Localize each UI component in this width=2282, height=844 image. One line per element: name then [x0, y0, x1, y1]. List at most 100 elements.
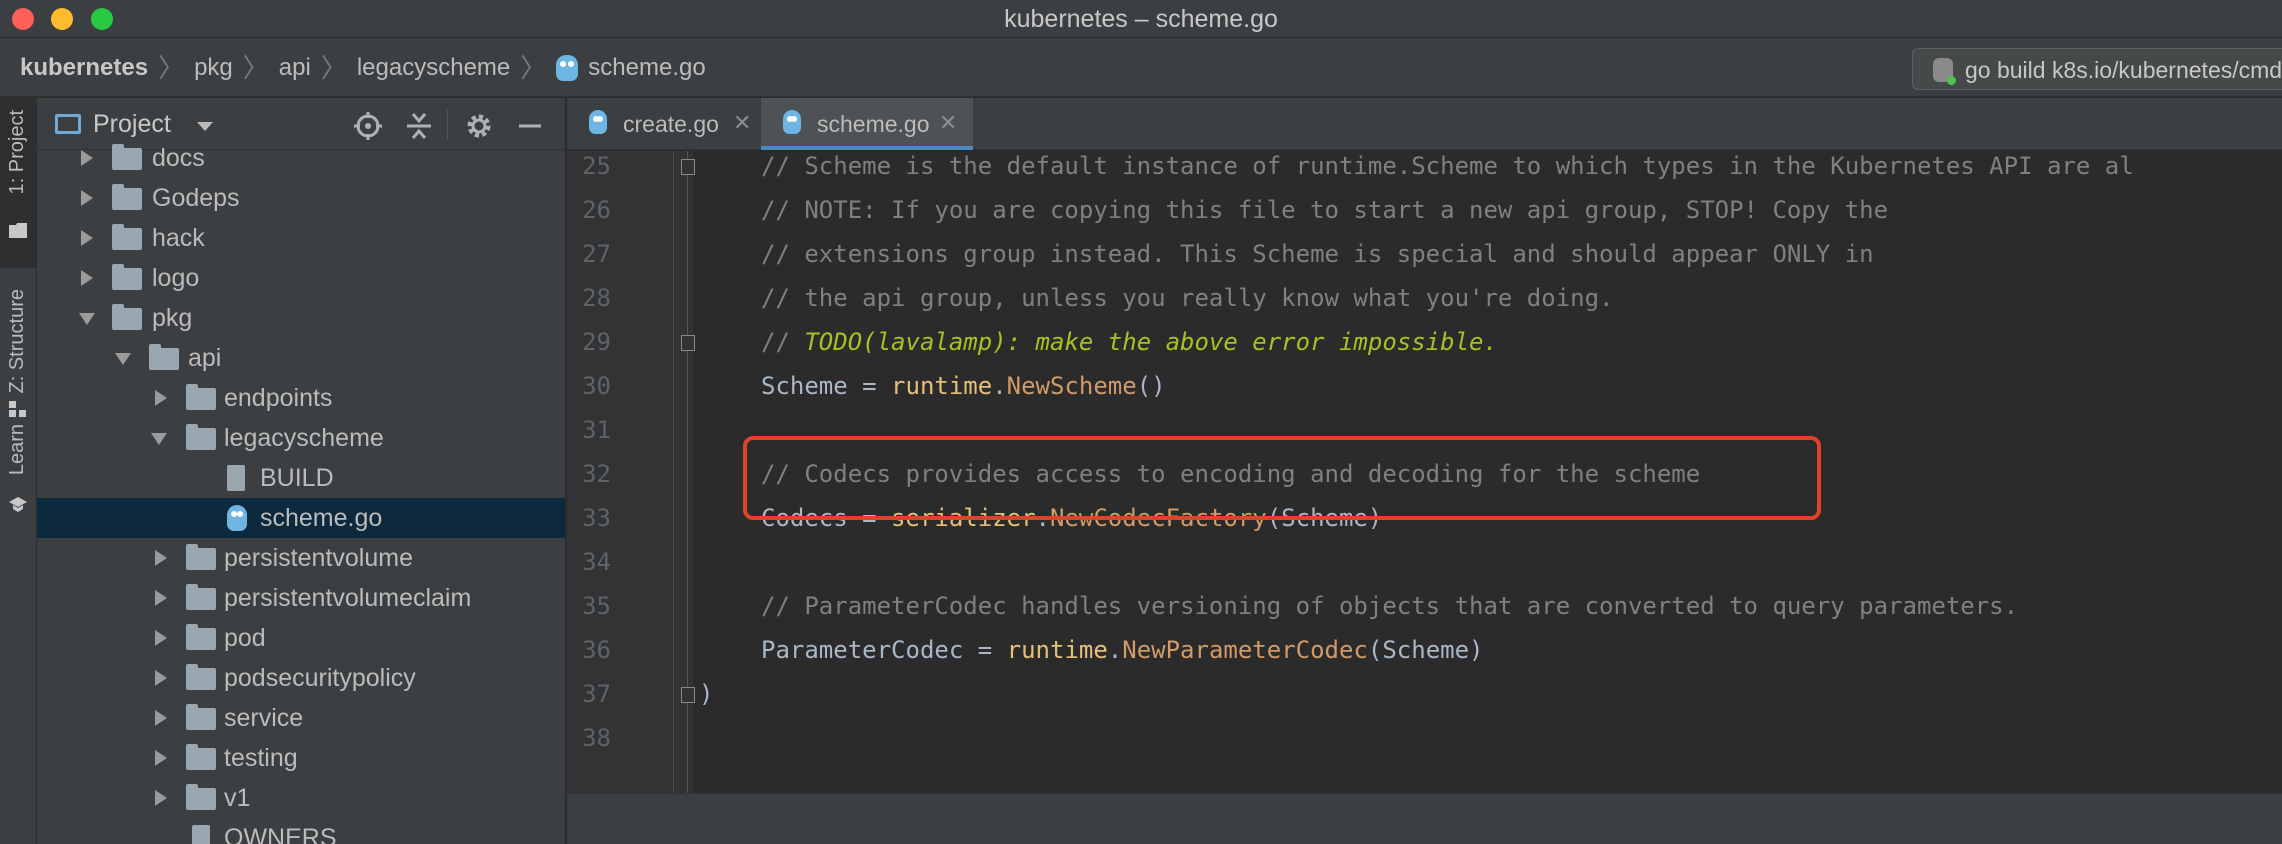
- tree-item-label: BUILD: [260, 464, 334, 492]
- folder-icon: [112, 184, 142, 210]
- fold-marker-icon[interactable]: [681, 687, 695, 703]
- package-name: runtime: [891, 372, 993, 400]
- collapse-arrow-icon[interactable]: [79, 313, 95, 325]
- tree-item-persistentvolumeclaim[interactable]: persistentvolumeclaim: [37, 578, 565, 618]
- todo-comment: TODO(lavalamp): make the above error imp…: [804, 328, 1498, 356]
- tree-item-godeps[interactable]: Godeps: [37, 178, 565, 218]
- expand-arrow-icon[interactable]: [81, 190, 93, 206]
- expand-arrow-icon[interactable]: [81, 150, 93, 166]
- close-icon[interactable]: ✕: [733, 110, 751, 136]
- breadcrumb-item-pkg[interactable]: pkg: [194, 54, 233, 82]
- tree-item-owners[interactable]: OWNERS: [37, 818, 565, 844]
- folder-icon: [186, 624, 216, 650]
- tool-window-structure-label: Z: Structure: [6, 289, 28, 394]
- breadcrumb-item-scheme-go[interactable]: scheme.go: [588, 54, 705, 82]
- code-line-26: // NOTE: If you are copying this file to…: [761, 196, 1889, 224]
- tree-item-label: Godeps: [152, 184, 240, 212]
- fold-marker-icon[interactable]: [681, 335, 695, 351]
- tree-item-logo[interactable]: logo: [37, 258, 565, 298]
- code-line-35: // ParameterCodec handles versioning of …: [761, 592, 2019, 620]
- gear-icon[interactable]: [465, 112, 493, 140]
- locate-file-icon[interactable]: [354, 112, 382, 140]
- arguments: (): [1136, 372, 1166, 400]
- editor-bottom-bar: [567, 793, 2282, 844]
- tree-item-testing[interactable]: testing: [37, 738, 565, 778]
- file-icon: [227, 465, 245, 491]
- tree-item-label: testing: [224, 744, 298, 772]
- line-number: 27: [582, 240, 611, 268]
- tree-item-label: persistentvolume: [224, 544, 413, 572]
- tree-item-label: podsecuritypolicy: [224, 664, 416, 692]
- project-view-selector[interactable]: Project: [93, 110, 171, 139]
- collapse-all-icon[interactable]: [405, 112, 433, 140]
- tool-window-project[interactable]: 1: Project: [0, 98, 37, 268]
- tree-item-service[interactable]: service: [37, 698, 565, 738]
- expand-arrow-icon[interactable]: [155, 550, 167, 566]
- expand-arrow-icon[interactable]: [155, 630, 167, 646]
- expand-arrow-icon[interactable]: [81, 230, 93, 246]
- tab-scheme-go[interactable]: scheme.go ✕: [761, 98, 973, 150]
- tree-item-hack[interactable]: hack: [37, 218, 565, 258]
- expand-arrow-icon[interactable]: [155, 390, 167, 406]
- learn-cap-icon: [9, 497, 27, 512]
- tree-item-persistentvolume[interactable]: persistentvolume: [37, 538, 565, 578]
- code-line-29: // TODO(lavalamp): make the above error …: [761, 328, 1498, 356]
- fold-marker-icon[interactable]: [681, 159, 695, 175]
- run-status-dot-icon: [1947, 76, 1956, 85]
- code-editor[interactable]: 25 26 27 28 29 30 31 32 33 34 35 36 37 3…: [567, 151, 2282, 793]
- breadcrumb-separator: 〉: [242, 53, 269, 83]
- fold-guide: [673, 151, 674, 793]
- tree-item-endpoints[interactable]: endpoints: [37, 378, 565, 418]
- tree-item-build[interactable]: BUILD: [37, 458, 565, 498]
- tool-window-learn[interactable]: Learn: [0, 416, 37, 536]
- line-number: 32: [582, 460, 611, 488]
- dot: .: [1107, 636, 1123, 664]
- expand-arrow-icon[interactable]: [155, 750, 167, 766]
- hide-panel-icon[interactable]: [517, 112, 543, 140]
- expand-arrow-icon[interactable]: [155, 790, 167, 806]
- tree-item-label: OWNERS: [224, 824, 337, 844]
- identifier: Scheme =: [761, 372, 892, 400]
- tree-item-label: pkg: [152, 304, 193, 332]
- tree-item-pod[interactable]: pod: [37, 618, 565, 658]
- package-name: runtime: [1006, 636, 1108, 664]
- project-panel: Project docs Godeps hack logo pkg api en…: [37, 98, 566, 844]
- code-line-30: Scheme = runtime.NewScheme(): [761, 372, 1166, 400]
- folder-icon: [186, 704, 216, 730]
- folder-icon: [112, 144, 142, 170]
- folder-icon: [112, 304, 142, 330]
- expand-arrow-icon[interactable]: [155, 590, 167, 606]
- dot: .: [992, 372, 1007, 400]
- go-file-icon: [783, 110, 801, 134]
- collapse-arrow-icon[interactable]: [115, 353, 131, 365]
- close-icon[interactable]: ✕: [939, 110, 957, 136]
- breadcrumb-item-legacyscheme[interactable]: legacyscheme: [357, 54, 510, 82]
- tool-window-learn-label: Learn: [6, 424, 28, 476]
- tree-item-docs[interactable]: docs: [37, 138, 565, 178]
- tree-item-scheme-go[interactable]: scheme.go: [37, 498, 565, 538]
- breadcrumb-item-api[interactable]: api: [279, 54, 311, 82]
- expand-arrow-icon[interactable]: [155, 670, 167, 686]
- tree-item-label: pod: [224, 624, 266, 652]
- run-configuration-selector[interactable]: go build k8s.io/kubernetes/cmd: [1912, 48, 2282, 90]
- expand-arrow-icon[interactable]: [81, 270, 93, 286]
- line-number: 25: [582, 152, 611, 180]
- line-number: 36: [582, 636, 611, 664]
- tree-item-pkg[interactable]: pkg: [37, 298, 565, 338]
- breadcrumb-item-kubernetes[interactable]: kubernetes: [20, 54, 148, 82]
- tab-create-go[interactable]: create.go ✕: [567, 98, 759, 150]
- tree-item-podsecuritypolicy[interactable]: podsecuritypolicy: [37, 658, 565, 698]
- arguments: (Scheme): [1367, 636, 1484, 664]
- expand-arrow-icon[interactable]: [155, 710, 167, 726]
- tree-item-legacyscheme[interactable]: legacyscheme: [37, 418, 565, 458]
- breadcrumb-separator: 〉: [520, 53, 547, 83]
- tree-item-v1[interactable]: v1: [37, 778, 565, 818]
- tree-item-api[interactable]: api: [37, 338, 565, 378]
- collapse-arrow-icon[interactable]: [151, 433, 167, 445]
- tree-item-label: persistentvolumeclaim: [224, 584, 472, 612]
- tree-item-label: service: [224, 704, 304, 732]
- code-line-27: // extensions group instead. This Scheme…: [761, 240, 1874, 268]
- chevron-down-icon[interactable]: [197, 122, 213, 131]
- line-number: 29: [582, 328, 611, 356]
- line-number: 31: [582, 416, 611, 444]
